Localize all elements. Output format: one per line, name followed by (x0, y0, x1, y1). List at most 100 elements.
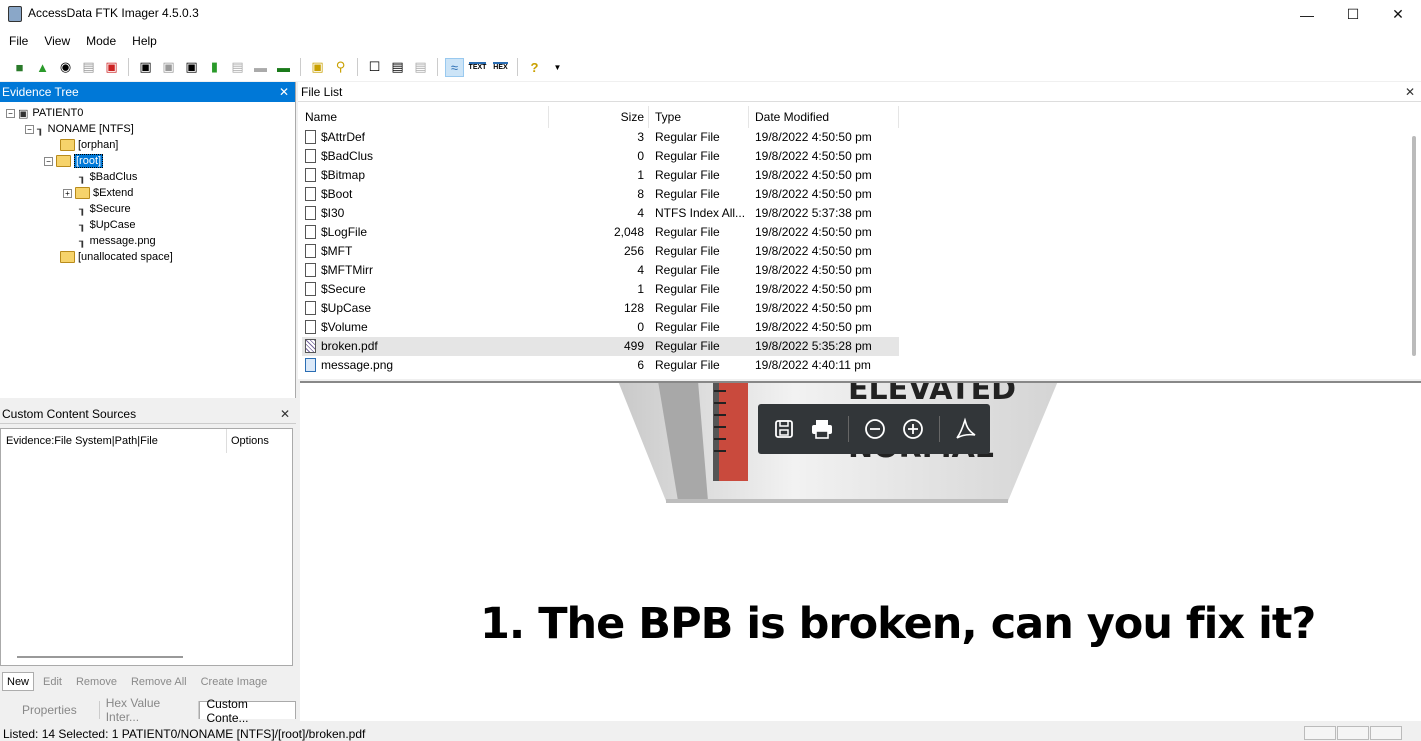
table-row[interactable]: $BadClus 0 Regular File 19/8/2022 4:50:50 p… (302, 147, 899, 166)
tab-hex-value-interpreter[interactable]: Hex Value Inter... (100, 696, 200, 724)
edit-button[interactable]: Edit (38, 672, 67, 691)
table-row[interactable]: $MFTMirr 4 Regular File 19/8/2022 4:50:50 p… (302, 261, 899, 280)
tree-label: [unallocated space] (78, 251, 173, 263)
capture-memory-icon[interactable]: ▬ (274, 58, 293, 77)
close-icon[interactable]: ✕ (280, 407, 290, 421)
cell-size: 128 (623, 301, 644, 315)
create-disk-image-icon[interactable]: ▣ (136, 58, 155, 77)
create-custom-image-icon[interactable]: ▤ (228, 58, 247, 77)
file-icon (305, 358, 316, 372)
column-header-options[interactable]: Options (231, 435, 269, 447)
close-icon[interactable]: ✕ (279, 85, 289, 99)
help-icon[interactable]: ? (525, 58, 544, 77)
tree-node[interactable]: − ┒ NONAME [NTFS] (25, 121, 134, 137)
decrypt-ad1-icon[interactable]: ▬ (251, 58, 270, 77)
tree-node[interactable]: − ▣ PATIENT0 (6, 105, 83, 121)
close-button[interactable]: ✕ (1375, 0, 1421, 29)
menu-mode[interactable]: Mode (78, 34, 124, 48)
table-row[interactable]: $MFT 256 Regular File 19/8/2022 4:50:50 pm (302, 242, 899, 261)
remove-evidence-icon[interactable]: ▤ (79, 58, 98, 77)
table-row[interactable]: $Boot 8 Regular File 19/8/2022 4:50:50 pm (302, 185, 899, 204)
tree-node[interactable]: [unallocated space] (60, 249, 173, 265)
cell-size: 8 (637, 187, 644, 201)
tree-node[interactable]: ┒ $UpCase (79, 217, 135, 233)
remove-all-button[interactable]: Remove All (126, 672, 192, 691)
column-header-size[interactable]: Size (549, 106, 649, 128)
tab-properties[interactable]: Properties (0, 701, 100, 719)
new-file-icon[interactable]: ☐ (365, 58, 384, 77)
export-logical-image-icon[interactable]: ▣ (182, 58, 201, 77)
page-view-icon[interactable]: ▤ (411, 58, 430, 77)
tree-label: [root] (74, 154, 104, 168)
table-row[interactable]: broken.pdf 499 Regular File 19/8/2022 5:35:… (302, 337, 899, 356)
acrobat-icon[interactable] (954, 417, 978, 441)
new-button[interactable]: New (2, 672, 35, 691)
menu-help[interactable]: Help (124, 34, 165, 48)
tab-custom-content[interactable]: Custom Conte... (199, 697, 296, 725)
export-files-icon[interactable]: ▣ (308, 58, 327, 77)
tree-node-selected[interactable]: − [root] (44, 153, 104, 169)
table-row[interactable]: $LogFile 2,048 Regular File 19/8/2022 4:50:… (302, 223, 899, 242)
image-mounting-icon[interactable]: ◉ (56, 58, 75, 77)
table-row[interactable]: $Volume 0 Regular File 19/8/2022 4:50:50 pm (302, 318, 899, 337)
hex-view-icon[interactable]: HEX (491, 58, 510, 77)
zoom-in-icon[interactable] (901, 417, 925, 441)
menu-file[interactable]: File (1, 34, 36, 48)
close-icon[interactable]: ✕ (1405, 85, 1415, 99)
collapse-icon[interactable]: − (25, 124, 34, 134)
column-header-name[interactable]: Name (299, 106, 549, 128)
tree-node[interactable]: + $Extend (63, 185, 133, 201)
table-row[interactable]: message.png 6 Regular File 19/8/2022 4:40:1… (302, 356, 899, 375)
file-icon (305, 263, 316, 277)
remove-all-evidence-icon[interactable]: ▣ (102, 58, 121, 77)
table-row[interactable]: $AttrDef 3 Regular File 19/8/2022 4:50:50 p… (302, 128, 899, 147)
minimize-button[interactable]: — (1284, 0, 1330, 29)
tree-node[interactable]: [orphan] (60, 137, 118, 153)
table-row[interactable]: $UpCase 128 Regular File 19/8/2022 4:50:50 … (302, 299, 899, 318)
create-image-button[interactable]: Create Image (196, 672, 273, 691)
export-hash-icon[interactable]: ⚲ (331, 58, 350, 77)
cell-size: 1 (637, 282, 644, 296)
custom-content-list[interactable]: Evidence:File System|Path|File Options (0, 428, 293, 666)
collapse-icon[interactable]: − (6, 108, 15, 118)
status-panel (1304, 726, 1336, 740)
cell-size: 499 (623, 339, 644, 353)
table-row[interactable]: $Bitmap 1 Regular File 19/8/2022 4:50:50 pm (302, 166, 899, 185)
table-row[interactable]: $Secure 1 Regular File 19/8/2022 4:50:50 pm (302, 280, 899, 299)
auto-view-icon[interactable]: ≈ (445, 57, 464, 77)
document-view-icon[interactable]: ▤ (388, 58, 407, 77)
tree-label: $BadClus (89, 171, 138, 183)
file-list-scrollbar[interactable] (1408, 106, 1421, 376)
remove-button[interactable]: Remove (71, 672, 122, 691)
file-icon (305, 301, 316, 315)
print-icon[interactable] (810, 417, 834, 441)
add-to-custom-content-icon[interactable]: ▮ (205, 58, 224, 77)
add-evidence-icon[interactable]: ■ (10, 58, 29, 77)
export-disk-image-icon[interactable]: ▣ (159, 58, 178, 77)
collapse-icon[interactable]: − (44, 156, 53, 166)
toolbar-separator (517, 58, 518, 76)
tree-node[interactable]: ┒ $Secure (79, 201, 131, 217)
horizontal-scrollbar[interactable] (17, 656, 183, 658)
column-header-evidence[interactable]: Evidence:File System|Path|File (6, 435, 158, 447)
cell-name: $BadClus (321, 149, 374, 163)
column-header-date[interactable]: Date Modified (749, 106, 899, 128)
maximize-button[interactable]: ☐ (1330, 0, 1376, 29)
pdf-body-text: 1. The BPB is broken, can you fix it? (480, 599, 1316, 649)
file-icon (305, 149, 316, 163)
column-header-type[interactable]: Type (649, 106, 749, 128)
toolbar-overflow-icon[interactable]: ▼ (548, 58, 567, 77)
add-all-evidence-icon[interactable]: ▲ (33, 58, 52, 77)
tree-node[interactable]: ┒ message.png (79, 233, 156, 249)
expand-icon[interactable]: + (63, 188, 72, 198)
text-view-icon[interactable]: TEXT (468, 58, 487, 77)
save-icon[interactable] (772, 417, 796, 441)
cell-type: Regular File (655, 263, 720, 277)
menu-view[interactable]: View (36, 34, 78, 48)
tree-label: message.png (89, 235, 156, 247)
table-row[interactable]: $I30 4 NTFS Index All... 19/8/2022 5:37:38 … (302, 204, 899, 223)
cell-size: 4 (637, 263, 644, 277)
tree-node[interactable]: ┒ $BadClus (79, 169, 137, 185)
cell-name: $UpCase (321, 301, 372, 315)
zoom-out-icon[interactable] (863, 417, 887, 441)
